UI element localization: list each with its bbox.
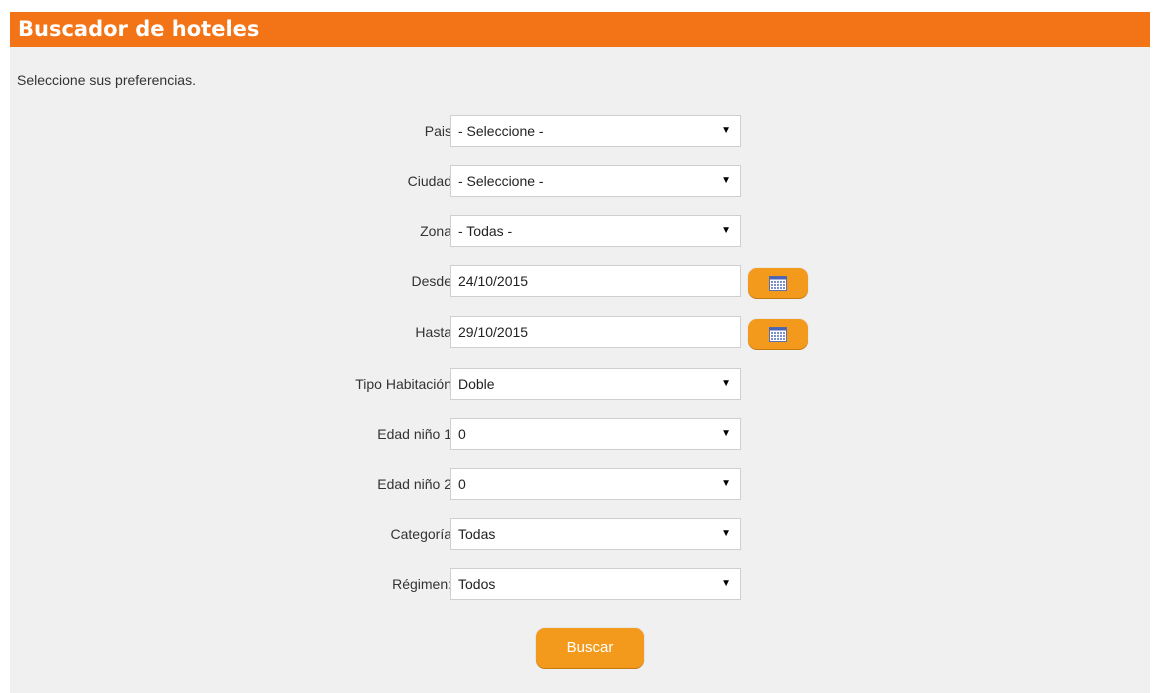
ciudad-select[interactable]: - Seleccione - ▼: [450, 165, 741, 197]
regimen-select[interactable]: Todos ▼: [450, 568, 741, 600]
calendar-icon: [769, 326, 787, 342]
zona-select[interactable]: - Todas - ▼: [450, 215, 741, 247]
row-hasta: Hasta 29/10/2015: [10, 316, 1150, 349]
regimen-value: Todos: [458, 576, 496, 592]
chevron-down-icon: ▼: [721, 528, 731, 539]
label-edad-nino-2: Edad niño 2: [377, 476, 452, 492]
intro-text: Seleccione sus preferencias.: [17, 72, 196, 88]
label-tipo-habitacion: Tipo Habitación: [355, 376, 452, 392]
edad-nino-1-value: 0: [458, 426, 466, 442]
label-zona: Zona: [420, 223, 452, 239]
hasta-input[interactable]: 29/10/2015: [450, 316, 741, 348]
pais-value: - Seleccione -: [458, 123, 544, 139]
label-desde: Desde: [411, 273, 452, 289]
desde-value: 24/10/2015: [458, 273, 529, 289]
desde-input[interactable]: 24/10/2015: [450, 265, 741, 297]
edad-nino-2-select[interactable]: 0 ▼: [450, 468, 741, 500]
row-regimen: Régimen: Todos ▼: [10, 568, 1150, 600]
desde-calendar-button[interactable]: [748, 268, 808, 298]
row-pais: Pais - Seleccione - ▼: [10, 115, 1150, 147]
row-desde: Desde 24/10/2015: [10, 265, 1150, 298]
chevron-down-icon: ▼: [721, 125, 731, 136]
tipo-habitacion-value: Doble: [458, 376, 495, 392]
row-ciudad: Ciudad - Seleccione - ▼: [10, 165, 1150, 197]
label-categoria: Categoría: [390, 526, 452, 542]
label-regimen: Régimen:: [392, 576, 452, 592]
row-tipo-habitacion: Tipo Habitación Doble ▼: [10, 368, 1150, 400]
hasta-value: 29/10/2015: [458, 324, 529, 340]
chevron-down-icon: ▼: [721, 578, 731, 589]
row-categoria: Categoría Todas ▼: [10, 518, 1150, 550]
chevron-down-icon: ▼: [721, 175, 731, 186]
chevron-down-icon: ▼: [721, 478, 731, 489]
edad-nino-2-value: 0: [458, 476, 466, 492]
tipo-habitacion-select[interactable]: Doble ▼: [450, 368, 741, 400]
pais-select[interactable]: - Seleccione - ▼: [450, 115, 741, 147]
chevron-down-icon: ▼: [721, 428, 731, 439]
hotel-search-panel: Buscador de hoteles Seleccione sus prefe…: [10, 12, 1150, 693]
search-button[interactable]: Buscar: [536, 628, 644, 668]
categoria-select[interactable]: Todas ▼: [450, 518, 741, 550]
edad-nino-1-select[interactable]: 0 ▼: [450, 418, 741, 450]
chevron-down-icon: ▼: [721, 378, 731, 389]
zona-value: - Todas -: [458, 223, 513, 239]
row-edad-nino-1: Edad niño 1 0 ▼: [10, 418, 1150, 450]
calendar-icon: [769, 275, 787, 291]
hasta-calendar-button[interactable]: [748, 319, 808, 349]
row-edad-nino-2: Edad niño 2 0 ▼: [10, 468, 1150, 500]
categoria-value: Todas: [458, 526, 496, 542]
ciudad-value: - Seleccione -: [458, 173, 544, 189]
chevron-down-icon: ▼: [721, 225, 731, 236]
label-pais: Pais: [424, 123, 452, 139]
label-edad-nino-1: Edad niño 1: [377, 426, 452, 442]
row-zona: Zona - Todas - ▼: [10, 215, 1150, 247]
label-ciudad: Ciudad: [407, 173, 452, 189]
label-hasta: Hasta: [415, 324, 452, 340]
panel-title: Buscador de hoteles: [10, 12, 1150, 47]
